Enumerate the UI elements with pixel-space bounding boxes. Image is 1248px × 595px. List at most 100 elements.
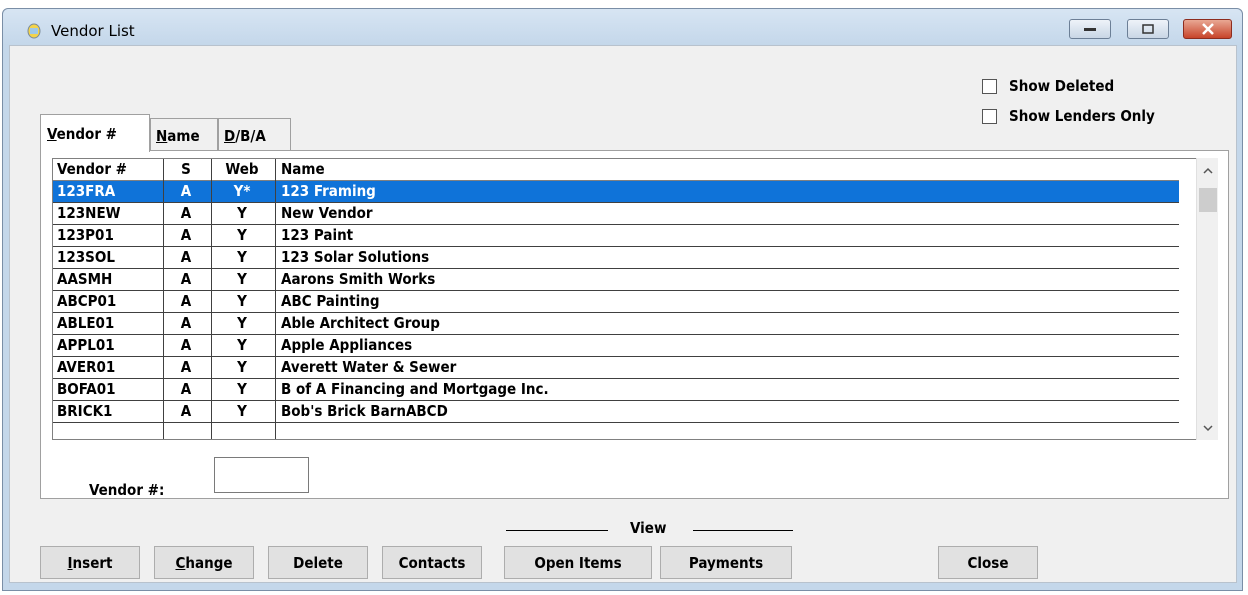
- cell-web: Y: [237, 292, 247, 310]
- cell-name: 123 Solar Solutions: [281, 248, 430, 266]
- cell-status: A: [180, 182, 192, 200]
- scroll-thumb[interactable]: [1199, 188, 1217, 212]
- cell-vendor: BOFA01: [57, 380, 116, 398]
- column-header-web[interactable]: Web: [209, 159, 275, 180]
- insert-button[interactable]: Insert: [40, 546, 140, 579]
- window-title: Vendor List: [51, 22, 135, 40]
- column-header-s[interactable]: S: [163, 159, 209, 180]
- contacts-button[interactable]: Contacts: [382, 546, 482, 579]
- table-row[interactable]: [53, 423, 1179, 439]
- view-divider-right: [693, 530, 793, 531]
- change-mnemonic: C: [175, 553, 186, 572]
- show-lenders-only-label: Show Lenders Only: [1009, 107, 1155, 125]
- show-deleted-option[interactable]: Show Deleted: [982, 76, 1114, 96]
- tab-vendor-number[interactable]: Vendor #: [40, 114, 150, 152]
- cell-status: A: [180, 358, 192, 376]
- cell-name: Aarons Smith Works: [281, 270, 436, 288]
- table-row-selected[interactable]: 123FRA A Y* 123 Framing: [53, 181, 1179, 203]
- cell-web: Y: [237, 204, 247, 222]
- app-icon: [27, 23, 41, 39]
- table-row[interactable]: BRICK1 A Y Bob's Brick BarnABCD: [53, 401, 1179, 423]
- table-row[interactable]: ABCP01 A Y ABC Painting: [53, 291, 1179, 313]
- client-area: Show Deleted Show Lenders Only Vendor # …: [9, 45, 1237, 583]
- cell-vendor: ABLE01: [57, 314, 115, 332]
- cell-name: Bob's Brick BarnABCD: [281, 402, 448, 420]
- cell-status: A: [180, 248, 192, 266]
- delete-button[interactable]: Delete: [268, 546, 368, 579]
- open-items-button[interactable]: Open Items: [504, 546, 652, 579]
- cell-web: Y: [237, 314, 247, 332]
- cell-web: Y: [237, 226, 247, 244]
- table-row[interactable]: AVER01 A Y Averett Water & Sewer: [53, 357, 1179, 379]
- cell-name: Averett Water & Sewer: [281, 358, 457, 376]
- cell-vendor: 123NEW: [57, 204, 121, 222]
- cell-vendor: 123FRA: [57, 182, 116, 200]
- show-deleted-label: Show Deleted: [1009, 77, 1115, 95]
- change-button[interactable]: Change: [154, 546, 254, 579]
- cell-status: A: [180, 402, 192, 420]
- column-header-name[interactable]: Name: [281, 159, 1171, 180]
- show-lenders-only-option[interactable]: Show Lenders Only: [982, 106, 1155, 126]
- cell-name: 123 Framing: [281, 182, 376, 200]
- title-bar[interactable]: Vendor List: [3, 9, 1242, 45]
- show-lenders-only-checkbox[interactable]: [982, 108, 997, 124]
- close-button[interactable]: Close: [938, 546, 1038, 579]
- vendor-number-label: Vendor #:: [89, 481, 165, 499]
- cell-name: ABC Painting: [281, 292, 380, 310]
- cell-vendor: [57, 423, 163, 439]
- cell-vendor: AVER01: [57, 358, 116, 376]
- table-row[interactable]: 123P01 A Y 123 Paint: [53, 225, 1179, 247]
- table-row[interactable]: 123SOL A Y 123 Solar Solutions: [53, 247, 1179, 269]
- tab-vendor-label: endor #: [56, 125, 117, 143]
- table-row[interactable]: AASMH A Y Aarons Smith Works: [53, 269, 1179, 291]
- vendor-list-window: Vendor List Show Deleted Show Lenders On…: [2, 8, 1243, 591]
- scroll-up-icon[interactable]: [1201, 164, 1215, 178]
- grid-scrollbar[interactable]: [1196, 158, 1218, 440]
- table-row[interactable]: 123NEW A Y New Vendor: [53, 203, 1179, 225]
- tab-panel: Vendor # S Web Name 123FRA A Y* 123 Framing…: [40, 150, 1229, 499]
- show-deleted-checkbox[interactable]: [982, 78, 997, 94]
- cell-status: A: [180, 314, 192, 332]
- tab-name-label: ame: [167, 127, 200, 145]
- tab-dba-mnemonic: D: [224, 127, 236, 145]
- cell-web: [209, 423, 275, 439]
- table-row[interactable]: ABLE01 A Y Able Architect Group: [53, 313, 1179, 335]
- tab-dba-label: /B/A: [235, 127, 266, 145]
- cell-web: Y: [237, 270, 247, 288]
- column-header-vendor[interactable]: Vendor #: [57, 159, 163, 180]
- cell-status: A: [180, 204, 192, 222]
- cell-name: New Vendor: [281, 204, 373, 222]
- scroll-down-icon[interactable]: [1201, 421, 1215, 435]
- cell-name: B of A Financing and Mortgage Inc.: [281, 380, 549, 398]
- vendor-grid[interactable]: Vendor # S Web Name 123FRA A Y* 123 Framing…: [52, 158, 1196, 440]
- minimize-button[interactable]: [1069, 19, 1111, 39]
- insert-label: nsert: [72, 553, 113, 572]
- cell-vendor: APPL01: [57, 336, 115, 354]
- vendor-number-input[interactable]: [214, 457, 309, 493]
- cell-web: Y: [237, 358, 247, 376]
- view-group-label: View: [630, 519, 667, 537]
- grid-divider: [275, 159, 276, 439]
- payments-button[interactable]: Payments: [660, 546, 792, 579]
- cell-vendor: AASMH: [57, 270, 113, 288]
- cell-status: A: [180, 336, 192, 354]
- cell-name: Able Architect Group: [281, 314, 440, 332]
- table-row[interactable]: APPL01 A Y Apple Appliances: [53, 335, 1179, 357]
- maximize-button[interactable]: [1127, 19, 1169, 39]
- cell-name: Apple Appliances: [281, 336, 413, 354]
- cell-vendor: ABCP01: [57, 292, 117, 310]
- cell-vendor: 123P01: [57, 226, 114, 244]
- tab-dba[interactable]: D/B/A: [218, 118, 291, 152]
- cell-web: Y: [237, 248, 247, 266]
- table-row[interactable]: BOFA01 A Y B of A Financing and Mortgage In…: [53, 379, 1179, 401]
- tab-name[interactable]: Name: [150, 118, 218, 152]
- maximize-icon: [1142, 24, 1154, 34]
- close-window-button[interactable]: [1183, 19, 1232, 39]
- grid-divider: [211, 159, 212, 439]
- tab-vendor-mnemonic: V: [47, 125, 57, 143]
- change-label: hange: [185, 553, 233, 572]
- close-icon: [1201, 23, 1214, 35]
- grid-divider: [163, 159, 164, 439]
- cell-web: Y: [237, 402, 247, 420]
- grid-header-row: Vendor # S Web Name: [53, 159, 1179, 181]
